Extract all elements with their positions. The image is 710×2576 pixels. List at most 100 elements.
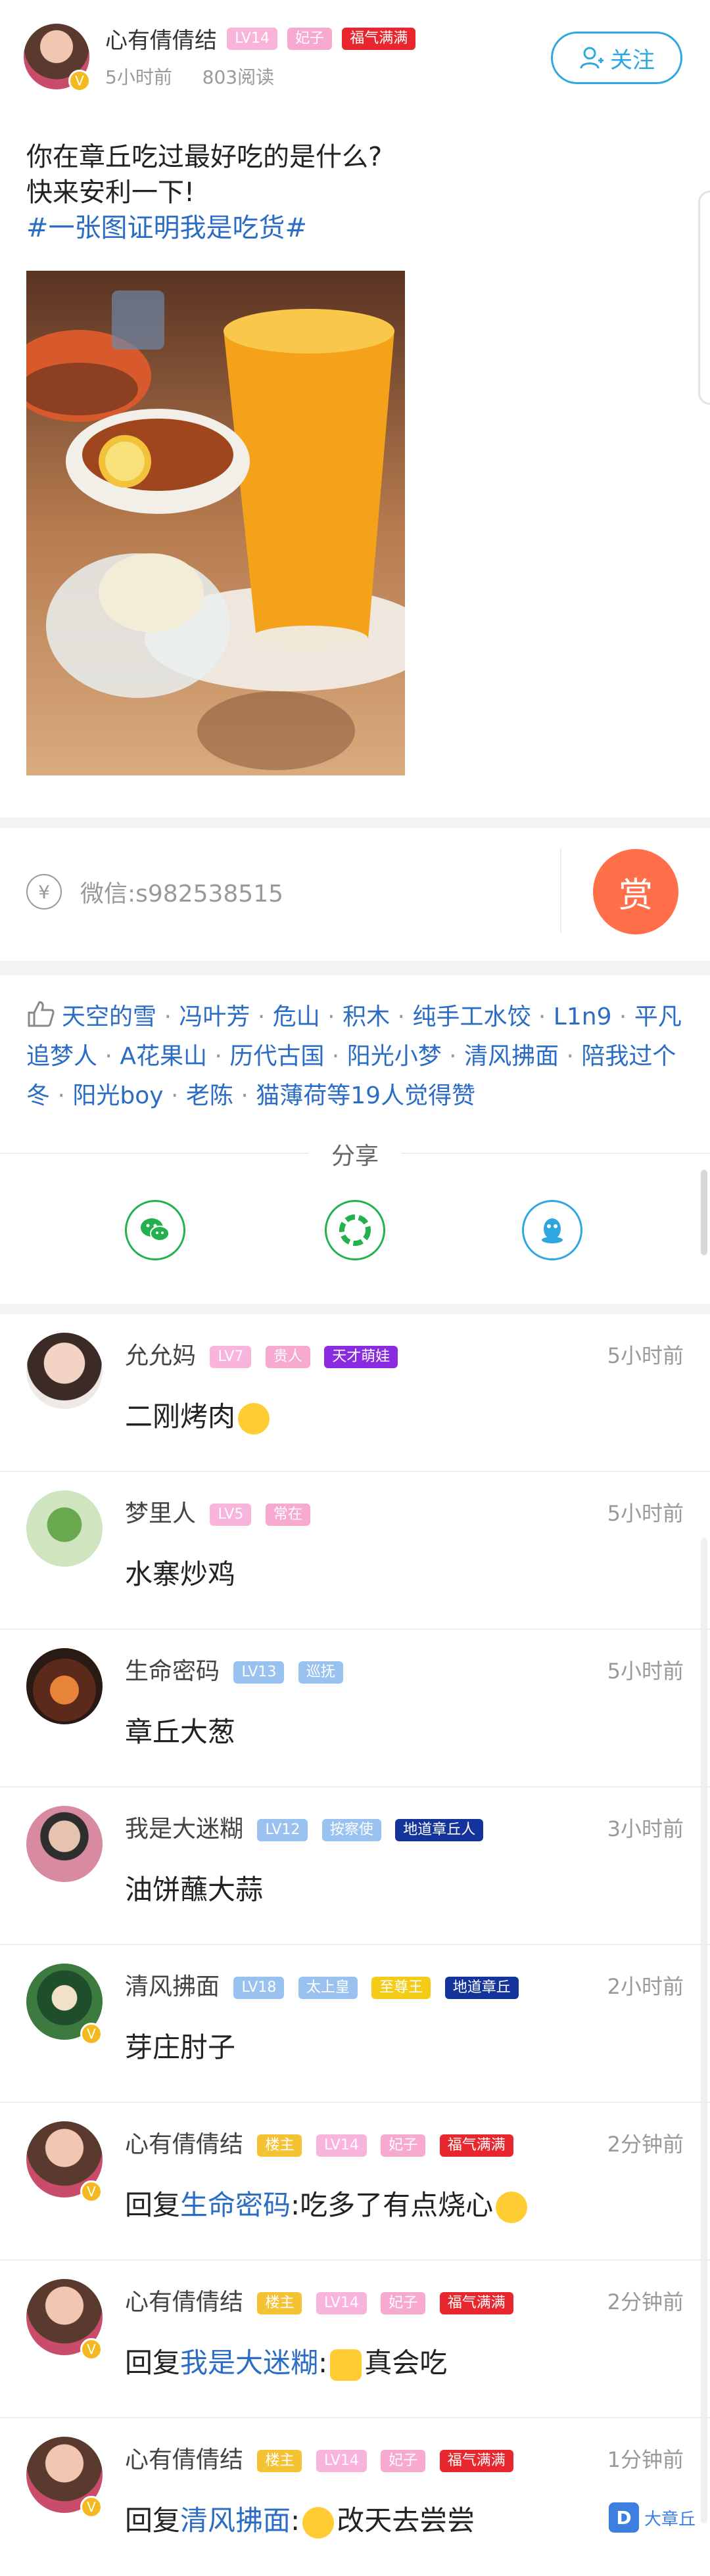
liker-name[interactable]: 清风拂面 <box>464 1043 559 1070</box>
liker-name[interactable]: A花果山 <box>120 1043 207 1070</box>
reply-target-link[interactable]: 生命密码 <box>180 2189 291 2221</box>
comment-time: 2分钟前 <box>607 2132 684 2157</box>
post-time: 5小时前 <box>105 66 172 88</box>
honor-badge: 福气满满 <box>439 2292 513 2314</box>
scrollbar[interactable] <box>701 1170 707 1255</box>
liker-name[interactable]: 纯手工水饺 <box>412 1003 531 1030</box>
commenter-name[interactable]: 梦里人 <box>125 1500 196 1527</box>
thumbs-up-icon <box>28 1001 55 1027</box>
app-watermark: D 大章丘 <box>609 2502 696 2533</box>
title-badge: 妃子 <box>381 2292 426 2314</box>
level-badge: LV12 <box>257 1819 308 1841</box>
comment-item[interactable]: V 清风拂面 LV18 太上皇 至尊王 地道章丘 2小时前 芽庄肘子 <box>0 1945 710 2103</box>
app-logo-icon: D <box>609 2502 639 2533</box>
commenter-name[interactable]: 心有倩倩结 <box>125 2289 243 2316</box>
wechat-contact: 微信:s982538515 <box>80 881 284 908</box>
liker-name[interactable]: 阳光小梦 <box>347 1043 442 1070</box>
follow-button[interactable]: 关注 <box>551 32 682 84</box>
honor-badge: 福气满满 <box>342 27 416 50</box>
comment-time: 2小时前 <box>607 1974 684 1999</box>
section-divider <box>0 961 710 975</box>
title-badge: 贵人 <box>265 1346 310 1368</box>
post-text-line1: 你在章丘吃过最好吃的是什么? <box>26 142 383 172</box>
comment-text: : <box>291 2504 300 2537</box>
verified-icon: V <box>80 2023 103 2045</box>
commenter-name[interactable]: 心有倩倩结 <box>125 2131 243 2158</box>
liker-name[interactable]: L1n9 <box>554 1003 612 1030</box>
level-badge: LV14 <box>316 2450 367 2472</box>
liker-name[interactable]: 历代古国 <box>229 1043 324 1070</box>
commenter-name[interactable]: 允允妈 <box>125 1343 196 1369</box>
comment-item[interactable]: 允允妈 LV7 贵人 天才萌娃 5小时前 二刚烤肉 <box>0 1314 710 1472</box>
liker-name[interactable]: 老陈 <box>186 1082 233 1109</box>
level-badge: LV14 <box>316 2292 367 2314</box>
verified-icon: V <box>68 70 91 92</box>
honor-badge: 福气满满 <box>439 2450 513 2472</box>
likes-count[interactable]: 等19人觉得赞 <box>327 1082 475 1109</box>
level-badge: LV7 <box>210 1346 252 1368</box>
title-badge: 妃子 <box>287 27 333 50</box>
comment-item[interactable]: 我是大迷糊 LV12 按察使 地道章丘人 3小时前 油饼蘸大蒜 <box>0 1787 710 1945</box>
commenter-name[interactable]: 我是大迷糊 <box>125 1816 243 1843</box>
laughing-emoji-icon <box>496 2191 528 2223</box>
reply-target-link[interactable]: 清风拂面 <box>180 2504 291 2537</box>
honor-badge: 地道章丘人 <box>395 1819 484 1841</box>
comment-item[interactable]: V 心有倩倩结 楼主 LV14 妃子 福气满满 2分钟前 回复生命密码:吃多了有… <box>0 2103 710 2261</box>
level-badge: LV5 <box>210 1504 252 1526</box>
owner-badge: 楼主 <box>257 2134 302 2157</box>
title-badge: 太上皇 <box>298 1977 358 1999</box>
commenter-avatar[interactable] <box>26 1490 103 1567</box>
follow-label: 关注 <box>610 47 655 74</box>
share-label: 分享 <box>331 1143 379 1170</box>
comment-time: 5小时前 <box>607 1659 684 1684</box>
tip-separator <box>560 848 561 933</box>
comment-item[interactable]: V 心有倩倩结 楼主 LV14 妃子 福气满满 2分钟前 回复我是大迷糊: 真会吃 <box>0 2261 710 2418</box>
title-badge: 巡抚 <box>298 1661 343 1684</box>
smile-emoji-icon <box>238 1402 270 1435</box>
add-user-icon <box>580 47 604 69</box>
liker-name[interactable]: 天空的雪 <box>62 1003 156 1030</box>
liker-name[interactable]: 积木 <box>343 1003 390 1030</box>
owner-badge: 楼主 <box>257 2450 302 2472</box>
title-badge: 按察使 <box>321 1819 381 1841</box>
post-photo[interactable] <box>26 271 405 775</box>
comment-time: 2分钟前 <box>607 2289 684 2314</box>
verified-icon: V <box>80 2338 103 2360</box>
topic-link[interactable]: #一张图证明我是吃货# <box>26 210 382 246</box>
comment-text: :吃多了有点烧心 <box>291 2189 494 2221</box>
commenter-name[interactable]: 心有倩倩结 <box>125 2447 243 2473</box>
liker-name[interactable]: 猫薄荷 <box>256 1082 327 1109</box>
qq-icon[interactable] <box>522 1200 582 1260</box>
comment-item[interactable]: 梦里人 LV5 常在 5小时前 水寨炒鸡 <box>0 1472 710 1630</box>
comment-text: : <box>318 2347 328 2379</box>
comment-time: 5小时前 <box>607 1501 684 1526</box>
title-badge: 妃子 <box>381 2134 426 2157</box>
comment-item[interactable]: V 心有倩倩结 楼主 LV14 妃子 福气满满 1分钟前 回复清风拂面: 改天去尝… <box>0 2418 710 2576</box>
comment-text: 芽庄肘子 <box>125 2031 236 2063</box>
comment-text: 二刚烤肉 <box>125 1400 236 1433</box>
comment-text: 真会吃 <box>364 2347 448 2379</box>
comment-item[interactable]: 生命密码 LV13 巡抚 5小时前 章丘大葱 <box>0 1630 710 1787</box>
wechat-icon[interactable] <box>125 1200 185 1260</box>
section-divider <box>0 817 710 828</box>
author-name[interactable]: 心有倩倩结 <box>105 28 217 54</box>
comment-text: 章丘大葱 <box>125 1716 236 1748</box>
liker-name[interactable]: 阳光boy <box>72 1082 163 1109</box>
commenter-avatar[interactable] <box>26 1333 103 1409</box>
commenter-name[interactable]: 清风拂面 <box>125 1973 220 2000</box>
liker-name[interactable]: 危山 <box>273 1003 320 1030</box>
moments-icon[interactable] <box>325 1200 385 1260</box>
reward-button[interactable]: 赏 <box>593 849 678 934</box>
title-badge: 妃子 <box>381 2450 426 2472</box>
commenter-avatar[interactable] <box>26 1806 103 1882</box>
share-divider-right <box>401 1153 710 1154</box>
comment-time: 1分钟前 <box>607 2447 684 2472</box>
reply-target-link[interactable]: 我是大迷糊 <box>180 2347 318 2379</box>
section-divider <box>0 1304 710 1314</box>
commenter-avatar[interactable] <box>26 1648 103 1724</box>
commenter-name[interactable]: 生命密码 <box>125 1658 220 1685</box>
honor-badge: 福气满满 <box>439 2134 513 2157</box>
title-badge: 常在 <box>265 1504 310 1526</box>
level-badge: LV14 <box>316 2134 367 2157</box>
liker-name[interactable]: 冯叶芳 <box>179 1003 250 1030</box>
